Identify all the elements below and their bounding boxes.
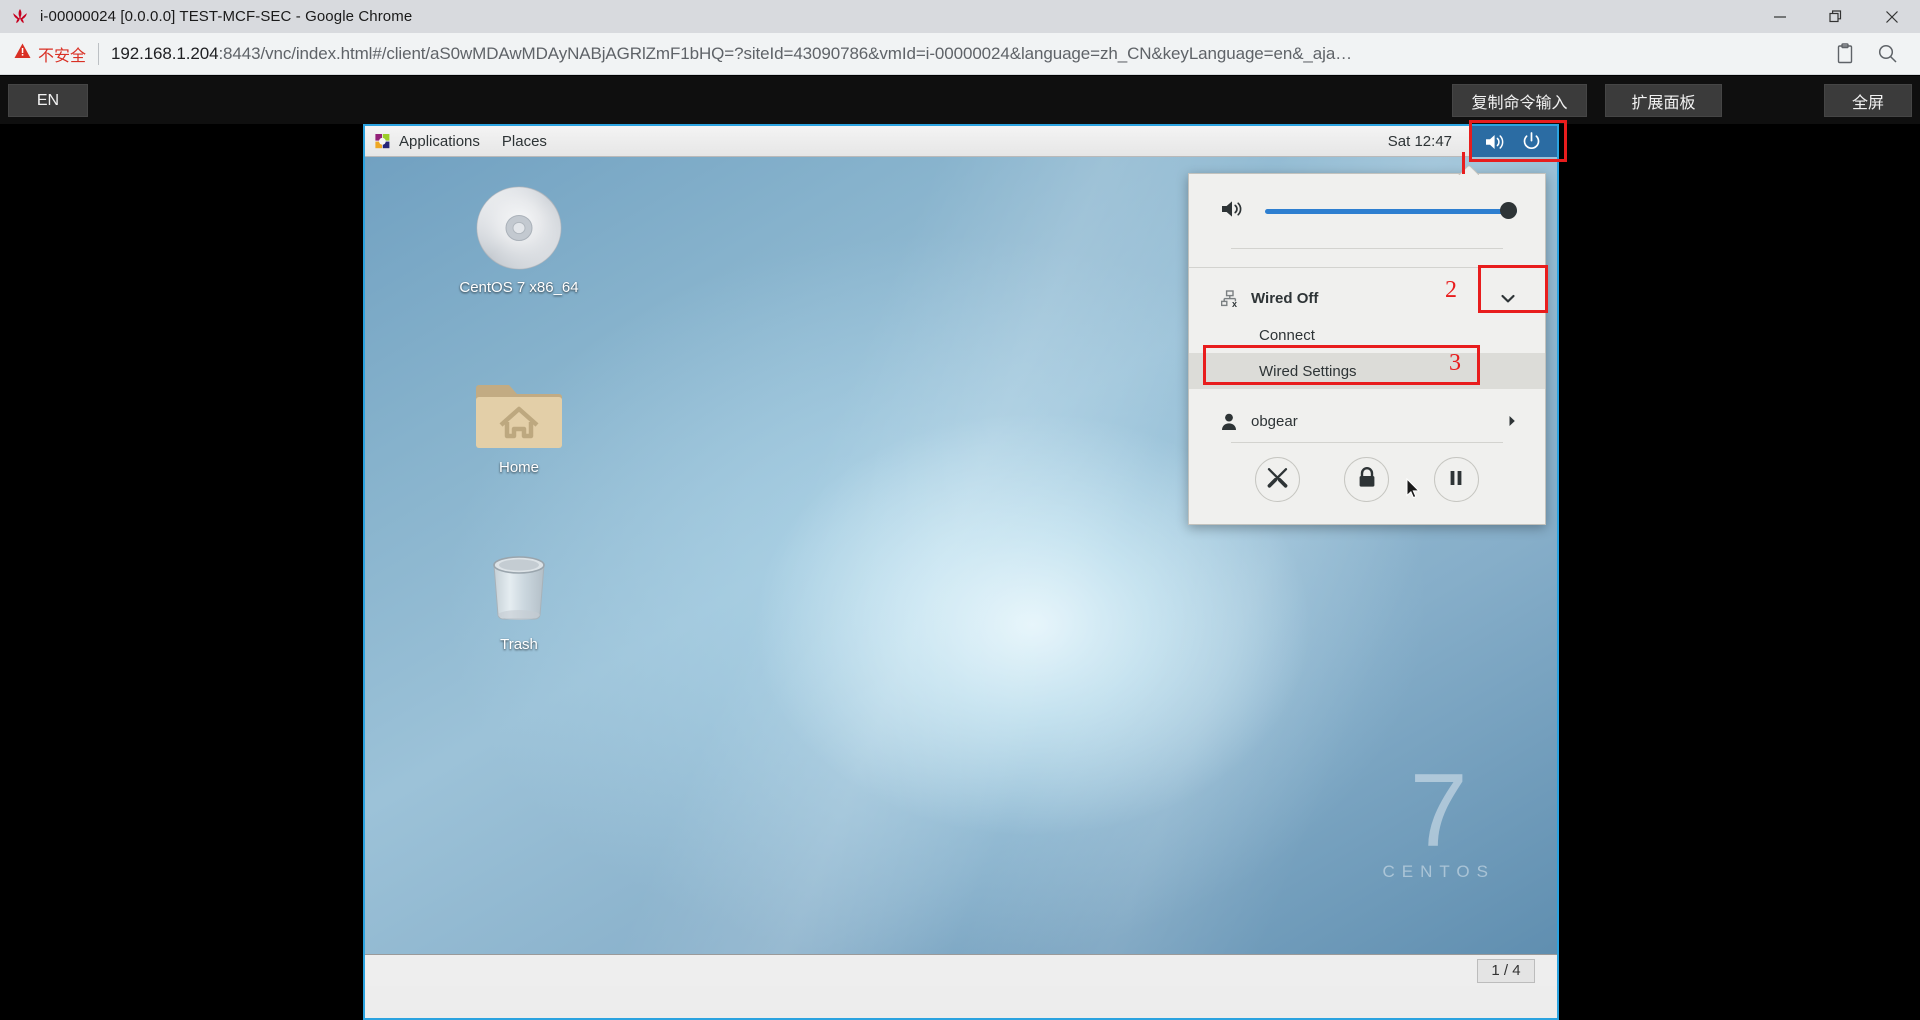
- system-action-buttons: [1189, 443, 1545, 524]
- vnc-status-bar: 1 / 4: [365, 954, 1557, 986]
- wired-connect-item[interactable]: Connect: [1189, 317, 1545, 353]
- desktop-icon-label: CentOS 7 x86_64: [456, 278, 581, 297]
- svg-text:x: x: [1232, 299, 1237, 307]
- window-title: i-00000024 [0.0.0.0] TEST-MCF-SEC - Goog…: [40, 8, 412, 25]
- vnc-toolbar: EN 复制命令输入 扩展面板 全屏: [0, 76, 1920, 124]
- centos-logo-icon: [374, 133, 391, 150]
- desktop-icon-home[interactable]: Home: [451, 361, 587, 477]
- keyboard-layout-button[interactable]: EN: [8, 84, 88, 117]
- volume-slider-track: [1265, 209, 1517, 214]
- browser-titlebar: i-00000024 [0.0.0.0] TEST-MCF-SEC - Goog…: [0, 0, 1920, 33]
- popup-arrow: [1457, 164, 1479, 175]
- desktop-icon-trash[interactable]: Trash: [451, 538, 587, 654]
- user-avatar-icon: [1221, 413, 1251, 430]
- settings-button[interactable]: [1255, 457, 1300, 502]
- wired-settings-label: Wired Settings: [1259, 363, 1517, 380]
- applications-menu[interactable]: Applications: [365, 126, 491, 157]
- user-name-label: obgear: [1251, 413, 1507, 430]
- chevron-right-icon: [1507, 414, 1517, 428]
- volume-slider[interactable]: [1265, 202, 1517, 220]
- system-status-area[interactable]: [1469, 126, 1557, 157]
- wired-network-off-icon: x: [1221, 290, 1251, 307]
- maximize-restore-button[interactable]: [1808, 0, 1864, 33]
- page-indicator[interactable]: 1 / 4: [1477, 959, 1535, 983]
- panel-clock[interactable]: Sat 12:47: [1388, 126, 1452, 157]
- places-menu[interactable]: Places: [491, 126, 558, 157]
- user-menu-row[interactable]: obgear: [1189, 400, 1545, 442]
- omnibox-divider: [98, 43, 99, 65]
- desktop-icon-centos-iso[interactable]: CentOS 7 x86_64: [451, 181, 587, 297]
- clipboard-icon[interactable]: [1824, 37, 1866, 71]
- minimize-button[interactable]: [1752, 0, 1808, 33]
- network-section: x Wired Off Connect: [1189, 268, 1545, 400]
- chevron-down-icon: [1499, 292, 1517, 304]
- wired-settings-item[interactable]: Wired Settings: [1189, 353, 1545, 389]
- cd-disc-icon: [451, 181, 587, 273]
- extend-panel-button[interactable]: 扩展面板: [1605, 84, 1722, 117]
- volume-row[interactable]: [1189, 174, 1545, 248]
- desktop-icon-label: Home: [496, 458, 542, 477]
- centos-desktop[interactable]: Applications Places Sat 12:47: [365, 126, 1557, 986]
- wired-network-row[interactable]: x Wired Off: [1189, 279, 1545, 317]
- wired-network-label: Wired Off: [1251, 290, 1499, 307]
- volume-muted-icon: [1221, 199, 1247, 223]
- omnibox-icons: [1824, 37, 1908, 71]
- fullscreen-button[interactable]: 全屏: [1824, 84, 1912, 117]
- url-path: :8443/vnc/index.html#/client/aS0wMDAwMDA…: [218, 44, 1352, 63]
- huawei-flower-icon: [10, 7, 30, 27]
- lock-button[interactable]: [1344, 457, 1389, 502]
- window-controls: [1752, 0, 1920, 33]
- wired-expand-button[interactable]: [1499, 292, 1517, 304]
- volume-slider-knob[interactable]: [1500, 202, 1517, 219]
- trash-bin-icon: [451, 538, 587, 630]
- power-icon: [1522, 132, 1541, 151]
- browser-omnibox-row: 不安全 192.168.1.204:8443/vnc/index.html#/c…: [0, 33, 1920, 75]
- suspend-button[interactable]: [1434, 457, 1479, 502]
- vnc-viewport[interactable]: Applications Places Sat 12:47: [363, 124, 1559, 1020]
- places-label: Places: [502, 133, 547, 150]
- home-folder-icon: [451, 361, 587, 453]
- pause-suspend-icon: [1448, 469, 1464, 491]
- copy-command-input-button[interactable]: 复制命令输入: [1452, 84, 1587, 117]
- desktop-icon-label: Trash: [497, 635, 541, 654]
- address-bar[interactable]: 192.168.1.204:8443/vnc/index.html#/clien…: [111, 44, 1824, 64]
- user-expand-icon[interactable]: [1507, 414, 1517, 428]
- tools-settings-icon: [1266, 466, 1289, 493]
- system-menu-popup[interactable]: x Wired Off Connect: [1188, 173, 1546, 525]
- gnome-top-panel: Applications Places Sat 12:47: [365, 126, 1557, 157]
- volume-icon: [1485, 133, 1506, 151]
- applications-label: Applications: [399, 133, 480, 150]
- url-host: 192.168.1.204: [111, 44, 218, 63]
- lock-icon: [1357, 466, 1377, 493]
- warning-triangle-icon: [14, 43, 31, 64]
- search-icon[interactable]: [1866, 37, 1908, 71]
- security-warning-label: 不安全: [38, 42, 86, 66]
- security-warning[interactable]: 不安全: [14, 42, 86, 66]
- close-button[interactable]: [1864, 0, 1920, 33]
- connect-label: Connect: [1259, 327, 1517, 344]
